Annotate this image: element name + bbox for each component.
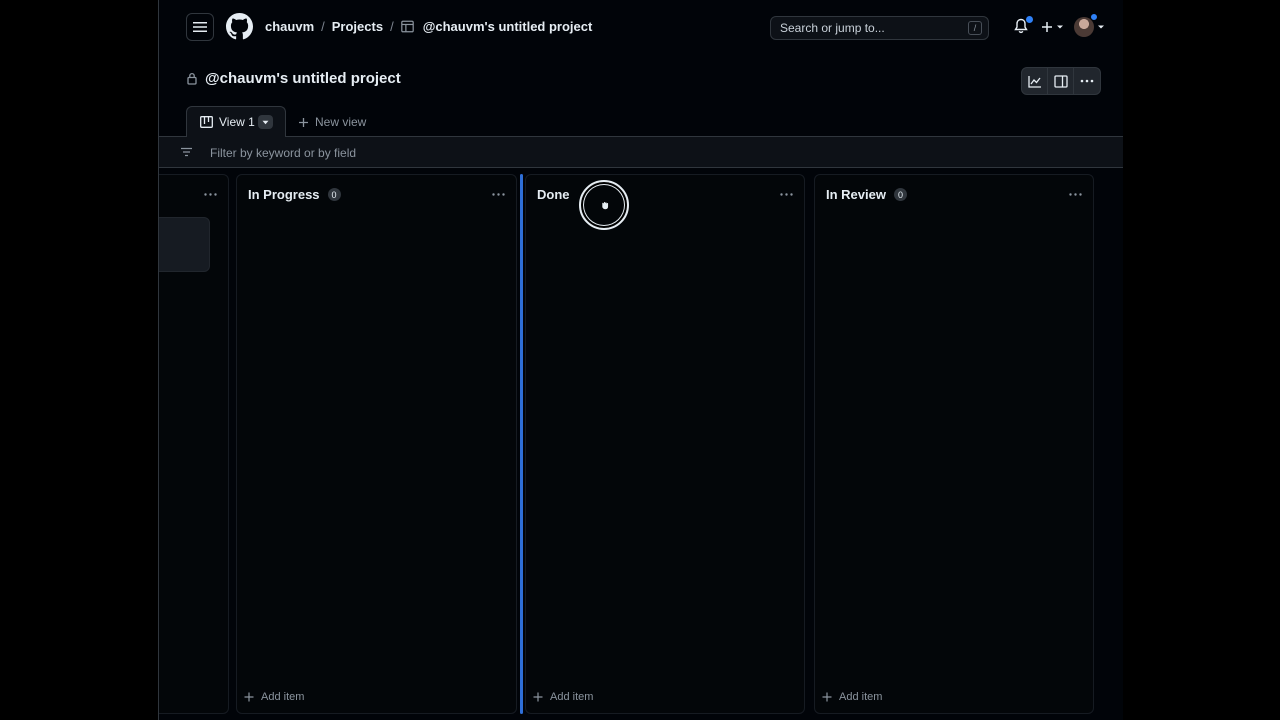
board-column-done[interactable]: Done Add item [525,174,805,714]
plus-icon [533,692,543,702]
graph-icon [1027,75,1041,88]
column-title: Done [537,187,570,202]
board-icon [200,116,213,128]
plus-icon [244,692,254,702]
project-title: @chauvm's untitled project [187,70,401,87]
add-item-button[interactable]: Add item [533,691,593,703]
hamburger-icon [193,22,207,32]
filter-input[interactable]: Filter by keyword or by field [159,137,1123,168]
plus-icon [1042,22,1052,32]
global-header: chauvm / Projects / @chauvm's untitled p… [159,0,1123,54]
avatar [1074,13,1098,37]
column-title: In Progress [248,187,320,202]
board: In Progress 0 Add item Done Add item In … [159,168,1123,720]
kebab-horizontal-icon [1080,79,1094,83]
notifications-button[interactable] [1014,16,1033,36]
add-item-label: Add item [550,691,594,703]
sidebar-icon [1053,74,1068,88]
board-card[interactable] [159,217,210,272]
tab-label: View 1 [219,115,255,129]
project-actions [1021,67,1101,95]
breadcrumb-separator: / [321,19,325,34]
column-header: In Progress 0 [248,187,341,202]
add-item-button[interactable]: Add item [244,691,304,703]
more-options-button[interactable] [1074,68,1100,94]
board-column-in-review: In Review 0 Add item [814,174,1094,714]
search-placeholder: Search or jump to... [780,21,885,35]
breadcrumb-project-link[interactable]: @chauvm's untitled project [423,19,593,34]
add-item-button[interactable]: Add item [822,691,882,703]
search-input[interactable]: Search or jump to... / [770,16,989,40]
kebab-horizontal-icon [203,192,217,196]
new-view-label: New view [315,115,367,129]
column-count-badge: 0 [893,188,907,201]
filter-icon [181,147,192,157]
view-tabs: View 1 New view [159,106,1123,137]
github-logo-icon[interactable] [226,13,253,40]
column-options-button[interactable] [1067,187,1083,201]
user-menu-button[interactable] [1074,13,1105,39]
search-shortcut-key: / [968,21,982,35]
status-indicator [1090,13,1098,21]
board-column-partial [159,174,229,714]
column-options-button[interactable] [778,187,794,201]
triangle-down-icon [262,120,269,124]
tab-view-1[interactable]: View 1 [186,106,286,137]
add-item-label: Add item [261,691,305,703]
side-panel-button[interactable] [1048,68,1074,94]
plus-icon [299,117,308,127]
kebab-horizontal-icon [779,192,793,196]
breadcrumb: chauvm / Projects / @chauvm's untitled p… [265,19,592,34]
insights-button[interactable] [1022,68,1048,94]
chevron-down-icon [1057,25,1063,29]
kebab-horizontal-icon [1068,192,1082,196]
column-header: In Review 0 [826,187,907,202]
column-count-badge: 0 [327,188,341,201]
column-options-button[interactable] [490,187,506,201]
add-item-label: Add item [839,691,883,703]
view-options-button[interactable] [258,115,273,129]
create-new-button[interactable] [1041,18,1064,36]
breadcrumb-projects-link[interactable]: Projects [332,19,383,34]
lock-icon [187,72,197,85]
app-window: chauvm / Projects / @chauvm's untitled p… [158,0,1123,720]
column-options-button[interactable] [202,187,218,201]
board-column-in-progress: In Progress 0 Add item [236,174,517,714]
project-title-text: @chauvm's untitled project [205,70,401,87]
new-view-button[interactable]: New view [298,115,366,129]
notification-indicator [1026,16,1033,23]
plus-icon [822,692,832,702]
menu-button[interactable] [186,13,214,41]
kebab-horizontal-icon [491,192,505,196]
table-icon [400,20,414,33]
filter-placeholder: Filter by keyword or by field [210,146,357,160]
drop-indicator [520,174,523,714]
breadcrumb-user-link[interactable]: chauvm [265,19,314,34]
chevron-down-icon [1098,25,1104,29]
grab-cursor-icon [601,201,609,210]
column-header: Done [537,187,570,202]
column-title: In Review [826,187,886,202]
breadcrumb-separator: / [390,19,394,34]
